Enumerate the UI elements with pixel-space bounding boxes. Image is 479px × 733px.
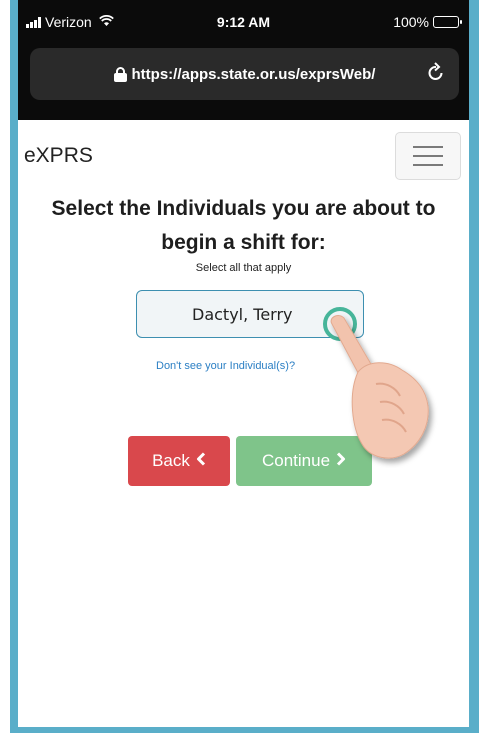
frame-edge-bottom [10, 727, 479, 733]
phone-screen: Verizon 9:12 AM 100% https://apps.state.… [18, 0, 469, 727]
frame-edge-right [469, 0, 479, 733]
back-button[interactable]: Back [128, 436, 230, 486]
page-title: Select the Individuals you are about to … [51, 197, 436, 254]
status-bar: Verizon 9:12 AM 100% [18, 14, 469, 34]
back-label: Back [152, 451, 190, 470]
battery-icon [433, 16, 462, 28]
battery-info: 100% [393, 14, 462, 30]
url-text: https://apps.state.or.us/exprsWeb/ [131, 65, 376, 83]
address-bar[interactable]: https://apps.state.or.us/exprsWeb/ [30, 48, 459, 100]
hamburger-icon-bar [413, 164, 443, 166]
battery-percent: 100% [393, 14, 429, 30]
lock-icon [113, 67, 127, 82]
pointing-hand-icon [323, 307, 429, 459]
app-navbar: eXPRS [18, 128, 469, 184]
frame-edge-left [10, 0, 18, 733]
instruction-text: Select all that apply [195, 262, 292, 274]
reload-icon[interactable] [427, 62, 445, 88]
brand-logo[interactable]: eXPRS [24, 144, 93, 168]
missing-individual-link[interactable]: Don't see your Individual(s)? [156, 360, 295, 372]
screenshot-frame: Verizon 9:12 AM 100% https://apps.state.… [0, 0, 479, 733]
menu-toggle-button[interactable] [395, 132, 461, 180]
hamburger-icon-bar [413, 155, 443, 157]
browser-chrome: Verizon 9:12 AM 100% https://apps.state.… [18, 0, 469, 120]
hamburger-icon-bar [413, 146, 443, 148]
chevron-left-icon [196, 451, 206, 471]
